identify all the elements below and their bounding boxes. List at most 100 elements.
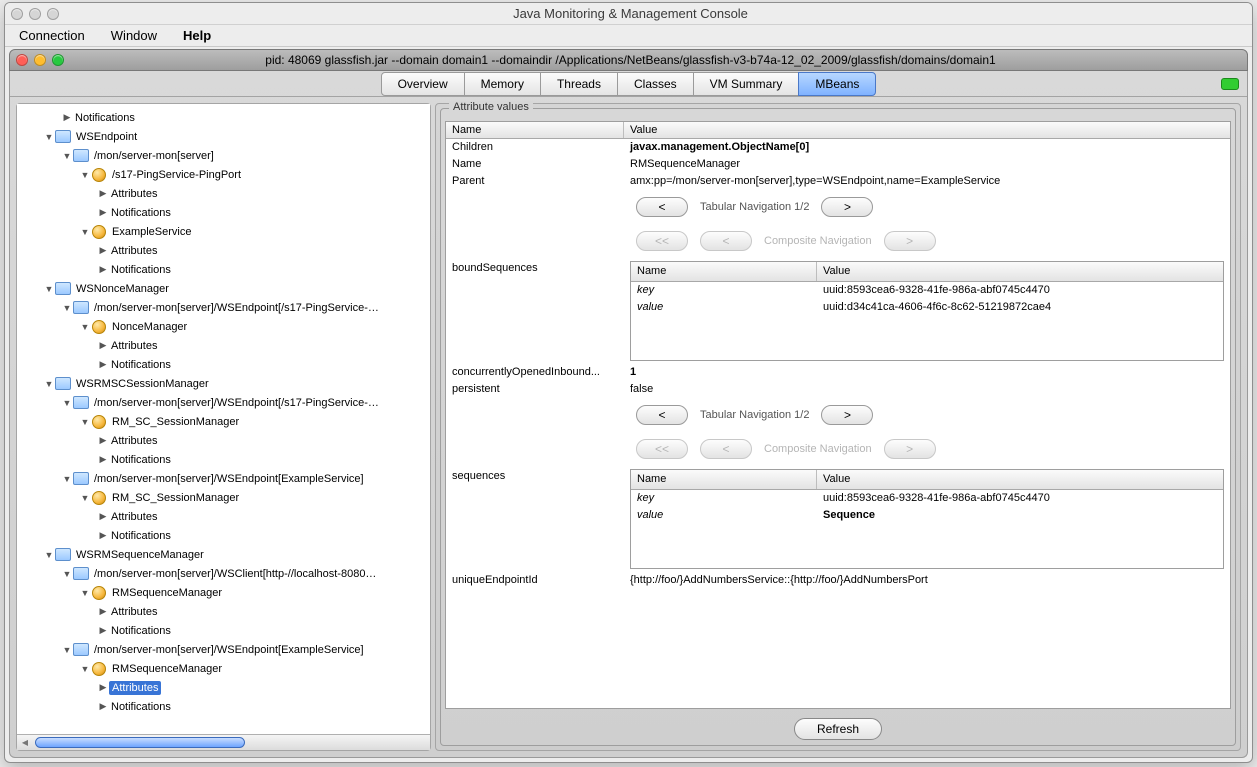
tree-row[interactable]: ▶Attributes [17,507,430,526]
doc-zoom-icon[interactable] [52,54,64,66]
disclosure-open-icon[interactable]: ▼ [79,322,91,332]
tree-row[interactable]: ▶Attributes [17,336,430,355]
tab-threads[interactable]: Threads [540,72,618,96]
sequences-row-key[interactable]: key uuid:8593cea6-9328-41fe-986a-abf0745… [631,490,1223,507]
scrollbar-thumb[interactable] [35,737,245,748]
tree-row[interactable]: ▼/mon/server-mon[server] [17,146,430,165]
disclosure-closed-icon[interactable]: ▶ [97,435,109,446]
disclosure-open-icon[interactable]: ▼ [61,151,73,161]
tree-row[interactable]: ▶Attributes [17,602,430,621]
doc-traffic-lights[interactable] [16,54,64,66]
sequences-row-value[interactable]: value Sequence [631,507,1223,524]
tree-row[interactable]: ▶Notifications [17,355,430,374]
disclosure-closed-icon[interactable]: ▶ [61,112,73,123]
disclosure-closed-icon[interactable]: ▶ [97,340,109,351]
tree-row[interactable]: ▼WSRMSequenceManager [17,545,430,564]
disclosure-open-icon[interactable]: ▼ [61,645,73,655]
attr-row-parent[interactable]: Parent amx:pp=/mon/server-mon[server],ty… [446,173,1230,190]
disclosure-open-icon[interactable]: ▼ [43,132,55,142]
disclosure-open-icon[interactable]: ▼ [43,550,55,560]
tree-row[interactable]: ▶Notifications [17,450,430,469]
disclosure-open-icon[interactable]: ▼ [61,569,73,579]
disclosure-open-icon[interactable]: ▼ [79,417,91,427]
attr-row-children[interactable]: Children javax.management.ObjectName[0] [446,139,1230,156]
disclosure-closed-icon[interactable]: ▶ [97,682,109,693]
menu-help[interactable]: Help [177,26,217,45]
tree-horizontal-scrollbar[interactable] [17,734,430,750]
attr-table-body[interactable]: Children javax.management.ObjectName[0] … [446,139,1230,708]
boundseq-row-key[interactable]: key uuid:8593cea6-9328-41fe-986a-abf0745… [631,282,1223,299]
attr-th-value[interactable]: Value [624,122,1230,138]
disclosure-closed-icon[interactable]: ▶ [97,359,109,370]
disclosure-closed-icon[interactable]: ▶ [97,207,109,218]
tree-row[interactable]: ▶Attributes [17,431,430,450]
tabnav1-prev-button[interactable]: < [636,197,688,217]
attr-row-name[interactable]: Name RMSequenceManager [446,156,1230,173]
tab-mbeans[interactable]: MBeans [798,72,876,96]
disclosure-closed-icon[interactable]: ▶ [97,625,109,636]
tree-row[interactable]: ▼NonceManager [17,317,430,336]
tree-row[interactable]: ▼/mon/server-mon[server]/WSEndpoint[/s17… [17,393,430,412]
tree-row[interactable]: ▼RM_SC_SessionManager [17,412,430,431]
disclosure-open-icon[interactable]: ▼ [61,398,73,408]
tree-row[interactable]: ▶Notifications [17,526,430,545]
tab-memory[interactable]: Memory [464,72,541,96]
refresh-button[interactable]: Refresh [794,718,882,740]
menu-window[interactable]: Window [105,26,163,45]
attr-row-uniqueendpoint[interactable]: uniqueEndpointId {http://foo/}AddNumbers… [446,572,1230,589]
tree-row[interactable]: ▶Notifications [17,697,430,716]
tree-row[interactable]: ▼/s17-PingService-PingPort [17,165,430,184]
tree-row[interactable]: ▼RMSequenceManager [17,659,430,678]
disclosure-closed-icon[interactable]: ▶ [97,511,109,522]
doc-close-icon[interactable] [16,54,28,66]
tree-row[interactable]: ▼/mon/server-mon[server]/WSEndpoint[Exam… [17,640,430,659]
tree-row[interactable]: ▼WSRMSCSessionManager [17,374,430,393]
tree-row[interactable]: ▼/mon/server-mon[server]/WSClient[http-/… [17,564,430,583]
menu-connection[interactable]: Connection [13,26,91,45]
tree-row[interactable]: ▶Attributes [17,184,430,203]
tabnav2-prev-button[interactable]: < [636,405,688,425]
mbean-tree[interactable]: ▶Notifications▼WSEndpoint▼/mon/server-mo… [17,104,430,734]
tree-row[interactable]: ▶Attributes [17,241,430,260]
disclosure-closed-icon[interactable]: ▶ [97,188,109,199]
tree-row[interactable]: ▶Notifications [17,260,430,279]
tab-overview[interactable]: Overview [381,72,465,96]
disclosure-open-icon[interactable]: ▼ [79,493,91,503]
attr-row-sequences[interactable]: sequences Name Value [446,468,1230,572]
disclosure-closed-icon[interactable]: ▶ [97,701,109,712]
tree-row[interactable]: ▼WSNonceManager [17,279,430,298]
disclosure-open-icon[interactable]: ▼ [79,588,91,598]
tree-row[interactable]: ▶Notifications [17,108,430,127]
disclosure-closed-icon[interactable]: ▶ [97,530,109,541]
tabnav1-next-button[interactable]: > [821,197,873,217]
tab-classes[interactable]: Classes [617,72,694,96]
tab-vm-summary[interactable]: VM Summary [693,72,800,96]
attr-row-persistent[interactable]: persistent false [446,381,1230,398]
disclosure-open-icon[interactable]: ▼ [61,303,73,313]
attr-th-name[interactable]: Name [446,122,624,138]
doc-minimize-icon[interactable] [34,54,46,66]
disclosure-closed-icon[interactable]: ▶ [97,245,109,256]
disclosure-closed-icon[interactable]: ▶ [97,606,109,617]
disclosure-open-icon[interactable]: ▼ [43,379,55,389]
disclosure-closed-icon[interactable]: ▶ [97,454,109,465]
tabnav2-next-button[interactable]: > [821,405,873,425]
disclosure-open-icon[interactable]: ▼ [79,664,91,674]
tree-row[interactable]: ▼/mon/server-mon[server]/WSEndpoint[Exam… [17,469,430,488]
tree-row[interactable]: ▶Attributes [17,678,430,697]
disclosure-open-icon[interactable]: ▼ [61,474,73,484]
attr-row-concurrent[interactable]: concurrentlyOpenedInbound... 1 [446,364,1230,381]
tree-row[interactable]: ▼RM_SC_SessionManager [17,488,430,507]
disclosure-closed-icon[interactable]: ▶ [97,264,109,275]
disclosure-open-icon[interactable]: ▼ [43,284,55,294]
disclosure-open-icon[interactable]: ▼ [79,227,91,237]
tree-row[interactable]: ▶Notifications [17,621,430,640]
attr-row-boundsequences[interactable]: boundSequences Name Value [446,260,1230,364]
boundseq-row-value[interactable]: value uuid:d34c41ca-4606-4f6c-8c62-51219… [631,299,1223,316]
tree-row[interactable]: ▼ExampleService [17,222,430,241]
tree-row[interactable]: ▶Notifications [17,203,430,222]
disclosure-open-icon[interactable]: ▼ [79,170,91,180]
tree-row[interactable]: ▼/mon/server-mon[server]/WSEndpoint[/s17… [17,298,430,317]
tree-row[interactable]: ▼WSEndpoint [17,127,430,146]
tree-row[interactable]: ▼RMSequenceManager [17,583,430,602]
